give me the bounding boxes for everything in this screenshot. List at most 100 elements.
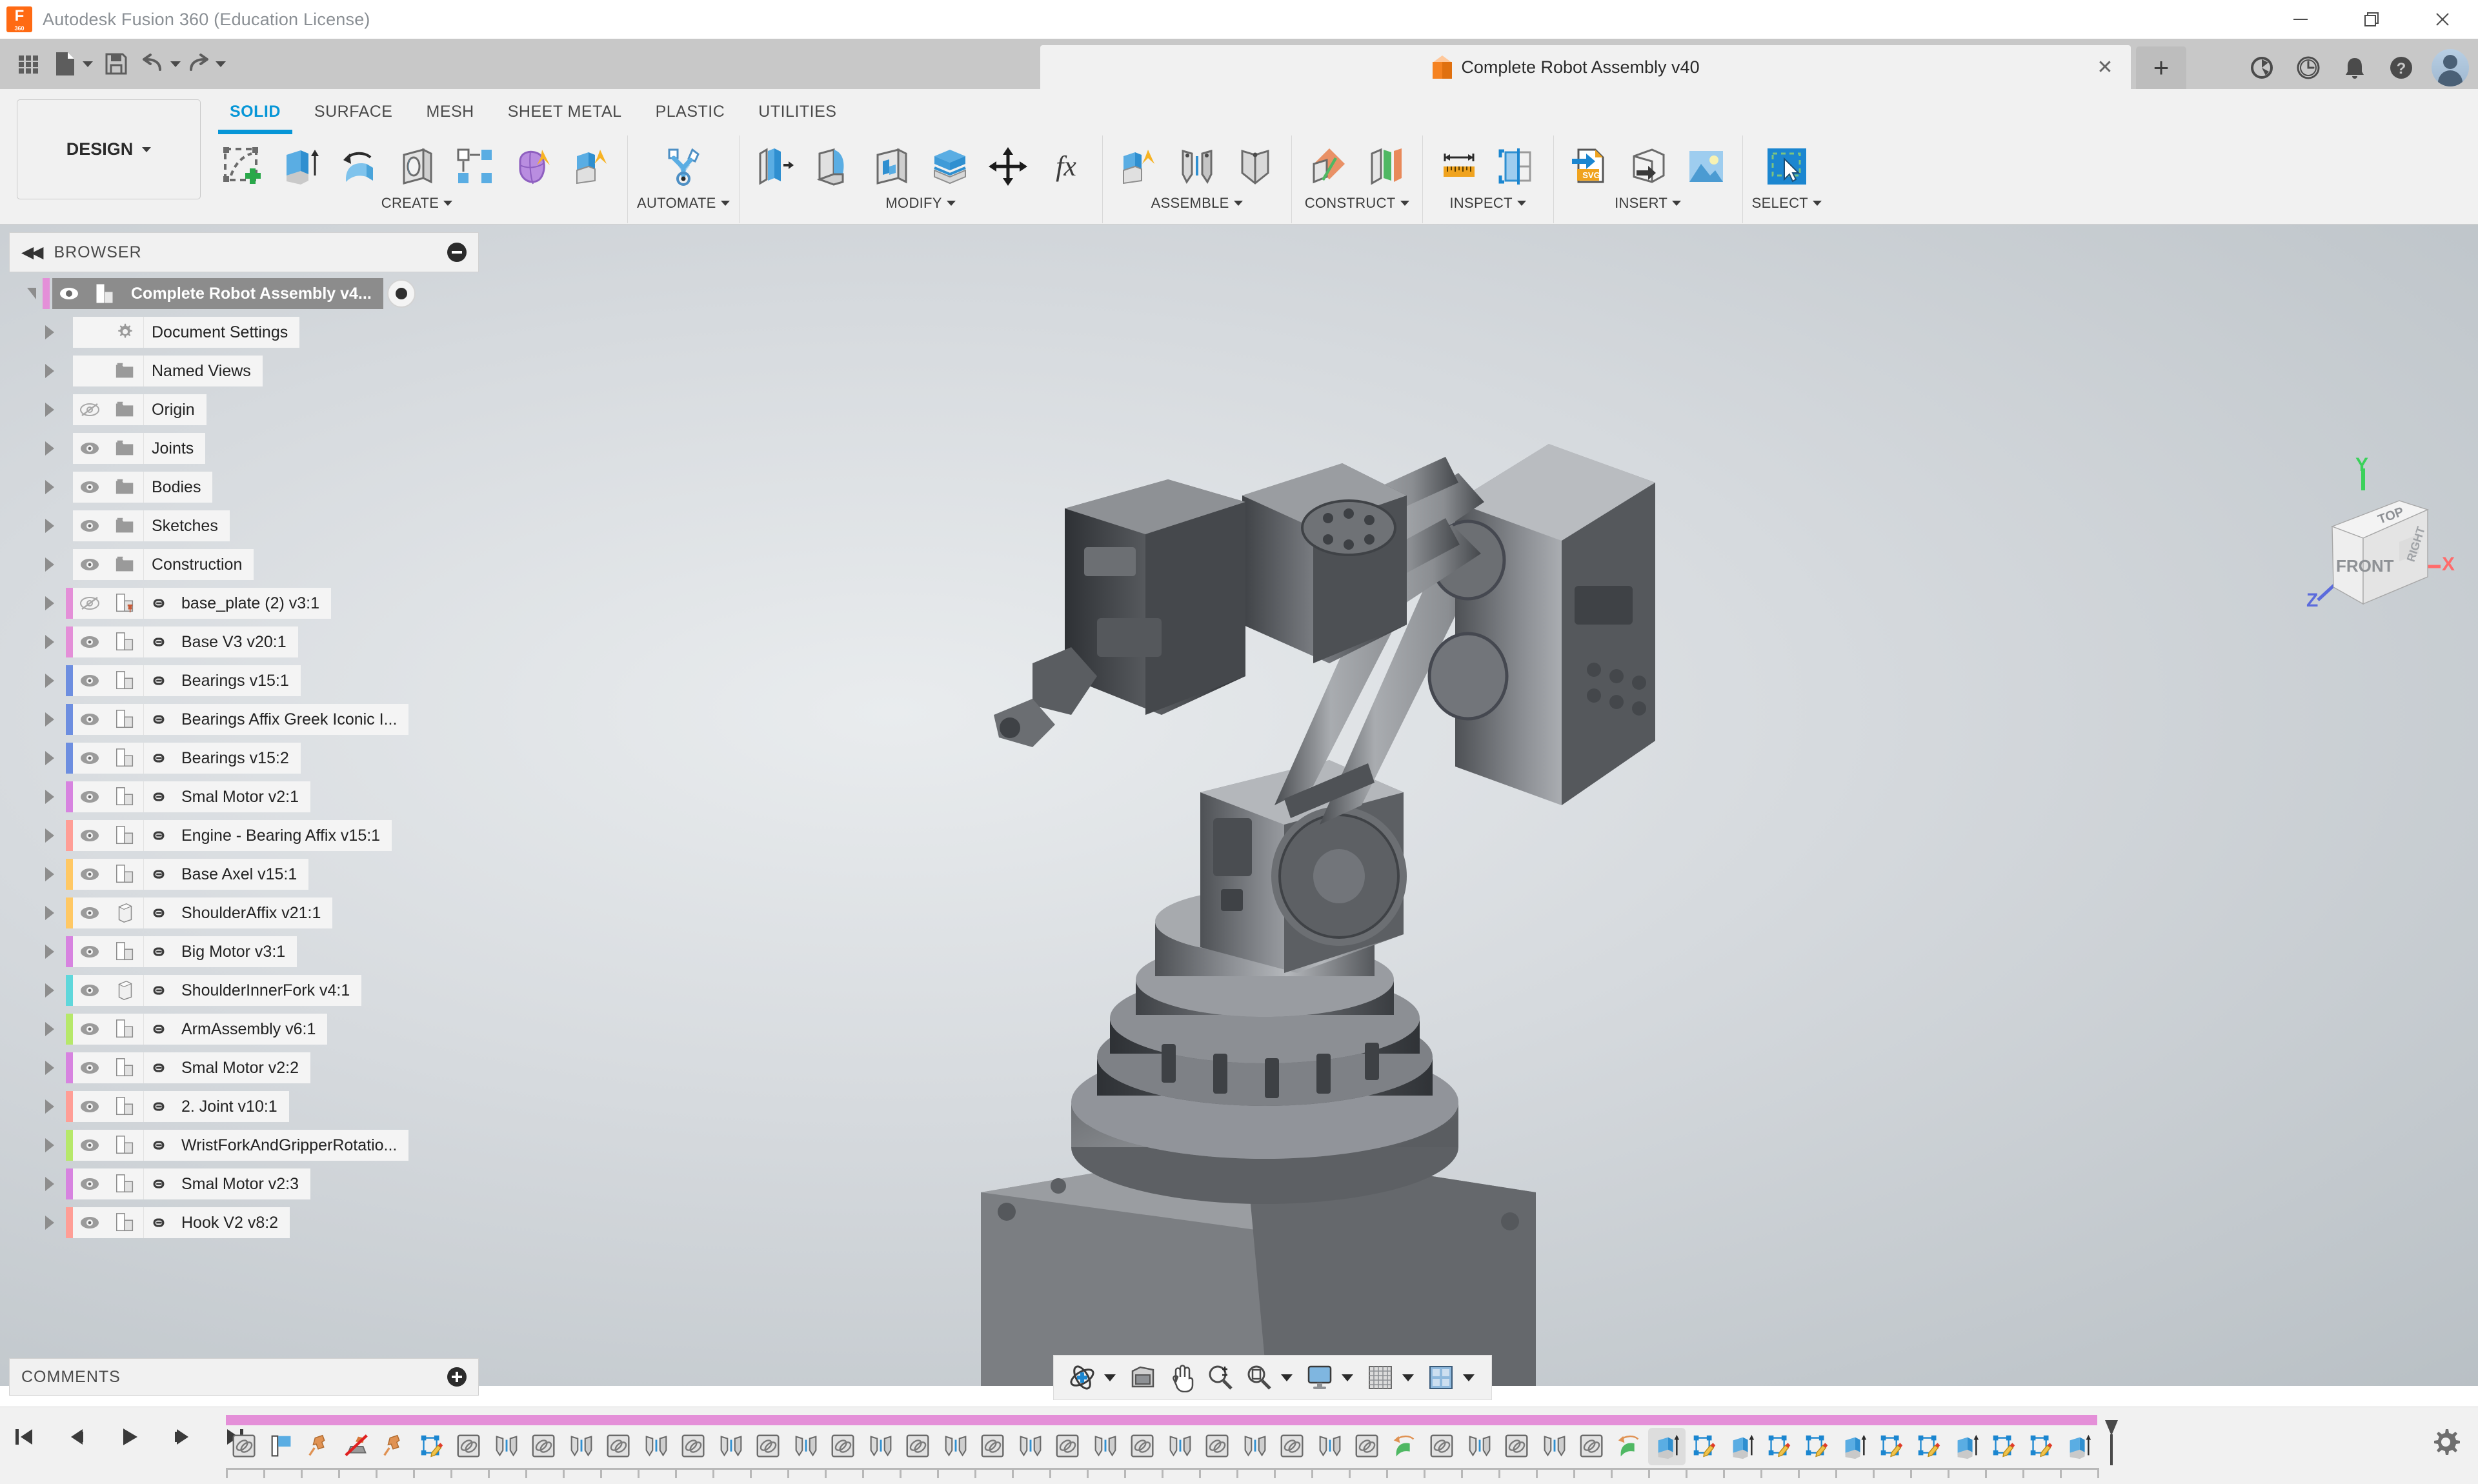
timeline-feature-rigid[interactable] — [488, 1428, 525, 1465]
timeline-feature-joint[interactable] — [1424, 1428, 1461, 1465]
tree-item-bodies[interactable]: Bodies — [0, 468, 503, 506]
account-avatar[interactable] — [2432, 49, 2469, 86]
visibility-toggle-icon[interactable] — [73, 665, 106, 696]
tree-item-wristforkandgripperrotatio[interactable]: WristForkAndGripperRotatio... — [0, 1126, 503, 1165]
visibility-toggle-icon[interactable] — [73, 1207, 106, 1238]
timeline-feature-rigid[interactable] — [862, 1428, 900, 1465]
tree-item-bearings-v15-2[interactable]: Bearings v15:2 — [0, 739, 503, 777]
timeline-feature-rigid[interactable] — [638, 1428, 675, 1465]
shell-icon[interactable] — [865, 139, 919, 194]
expand-arrow-icon[interactable] — [45, 906, 54, 920]
visibility-toggle-icon[interactable] — [73, 897, 106, 928]
section-analysis-icon[interactable] — [1490, 139, 1544, 194]
fillet-icon[interactable] — [807, 139, 861, 194]
expand-arrow-icon[interactable] — [45, 674, 54, 688]
orbit-caret-icon[interactable] — [1104, 1374, 1116, 1381]
tab-surface[interactable]: SURFACE — [297, 89, 410, 134]
recent-icon[interactable] — [2292, 52, 2324, 84]
visibility-toggle-icon[interactable] — [73, 1014, 106, 1045]
visibility-toggle-icon[interactable] — [73, 627, 106, 657]
canvas-image-icon[interactable] — [1679, 139, 1733, 194]
timeline-feature-revolve[interactable] — [1386, 1428, 1424, 1465]
new-tab-button[interactable]: + — [2136, 46, 2186, 89]
tree-item-smal-motor-v2-3[interactable]: Smal Motor v2:3 — [0, 1165, 503, 1203]
timeline-feature-pin[interactable] — [376, 1428, 413, 1465]
workspace-selector[interactable]: DESIGN — [17, 99, 201, 199]
timeline-feature-sketch[interactable] — [1873, 1428, 1910, 1465]
timeline-feature-joint[interactable] — [825, 1428, 862, 1465]
move-copy-icon[interactable] — [981, 139, 1035, 194]
expand-arrow-icon[interactable] — [45, 441, 54, 456]
timeline-feature-rigid[interactable] — [1236, 1428, 1274, 1465]
minimize-button[interactable] — [2265, 0, 2336, 39]
timeline-feature-flag[interactable] — [263, 1428, 301, 1465]
close-icon[interactable] — [2407, 0, 2478, 39]
panel-create-label[interactable]: CREATE — [381, 195, 453, 212]
change-parameters-icon[interactable]: fx — [1039, 139, 1093, 194]
visibility-toggle-icon[interactable] — [73, 975, 106, 1006]
timeline-feature-rigid[interactable] — [1012, 1428, 1049, 1465]
fit-caret-icon[interactable] — [1281, 1374, 1293, 1381]
visibility-toggle-icon[interactable] — [73, 549, 106, 580]
timeline-feature-joint[interactable] — [974, 1428, 1012, 1465]
expand-arrow-icon[interactable] — [45, 519, 54, 533]
timeline-feature-joint[interactable] — [600, 1428, 638, 1465]
expand-arrow-icon[interactable] — [45, 480, 54, 494]
panel-inspect-label[interactable]: INSPECT — [1449, 195, 1526, 212]
document-tab[interactable]: Complete Robot Assembly v40 ✕ — [1040, 45, 2131, 89]
go-to-beginning-button[interactable] — [8, 1421, 39, 1452]
timeline-feature-rigid[interactable] — [1536, 1428, 1573, 1465]
view-cube[interactable]: TOP FRONT RIGHT Y X Z — [2304, 454, 2472, 625]
tab-sheet-metal[interactable]: SHEET METAL — [491, 89, 639, 134]
display-settings-icon[interactable] — [1302, 1359, 1338, 1396]
expand-arrow-icon[interactable] — [45, 1061, 54, 1075]
timeline-feature-sketch[interactable] — [1798, 1428, 1835, 1465]
timeline-feature-sketch[interactable] — [1686, 1428, 1723, 1465]
timeline-feature-pin[interactable] — [301, 1428, 338, 1465]
pan-icon[interactable] — [1163, 1359, 1200, 1396]
orbit-icon[interactable] — [1064, 1359, 1100, 1396]
extrude-icon[interactable] — [274, 139, 328, 194]
tree-item-shoulderinnerfork-v4-1[interactable]: ShoulderInnerFork v4:1 — [0, 971, 503, 1010]
timeline-feature-joint[interactable] — [1349, 1428, 1386, 1465]
expand-arrow-icon[interactable] — [45, 364, 54, 378]
timeline-feature-rigid[interactable] — [787, 1428, 825, 1465]
grid-caret-icon[interactable] — [1402, 1374, 1414, 1381]
visibility-off-icon[interactable] — [73, 394, 106, 425]
visibility-toggle-icon[interactable] — [73, 859, 106, 890]
expand-arrow-icon[interactable] — [45, 403, 54, 417]
expand-arrow-icon[interactable] — [45, 945, 54, 959]
expand-arrow-icon[interactable] — [45, 596, 54, 610]
visibility-toggle-icon[interactable] — [73, 1052, 106, 1083]
tree-item-named-views[interactable]: Named Views — [0, 352, 503, 390]
insert-mcmaster-icon[interactable] — [1621, 139, 1675, 194]
plus-circle-icon[interactable] — [447, 1367, 467, 1387]
timeline-feature-joint[interactable] — [1049, 1428, 1087, 1465]
tab-plastic[interactable]: PLASTIC — [639, 89, 742, 134]
visibility-toggle-icon[interactable] — [73, 433, 106, 464]
visibility-toggle-icon[interactable] — [73, 510, 106, 541]
measure-icon[interactable] — [1432, 139, 1486, 194]
panel-insert-label[interactable]: INSERT — [1615, 195, 1682, 212]
timeline-feature-ground-off[interactable] — [338, 1428, 376, 1465]
look-at-icon[interactable] — [1125, 1359, 1161, 1396]
timeline-feature-joint[interactable] — [1199, 1428, 1236, 1465]
timeline-feature-sketch[interactable] — [1985, 1428, 2022, 1465]
expand-arrow-icon[interactable] — [45, 635, 54, 649]
zoom-icon[interactable] — [1202, 1359, 1238, 1396]
timeline-feature-extrude[interactable] — [2060, 1428, 2097, 1465]
step-back-button[interactable] — [61, 1421, 92, 1452]
tree-item-sketches[interactable]: Sketches — [0, 506, 503, 545]
redo-caret-icon[interactable] — [216, 61, 226, 67]
timeline-feature-sketch[interactable] — [1910, 1428, 1948, 1465]
file-menu-caret-icon[interactable] — [83, 61, 93, 67]
tree-item-construction[interactable]: Construction — [0, 545, 503, 584]
expand-arrow-icon[interactable] — [45, 1099, 54, 1114]
visibility-toggle-icon[interactable] — [73, 936, 106, 967]
minus-circle-icon[interactable] — [447, 243, 467, 262]
timeline-feature-rigid[interactable] — [1162, 1428, 1199, 1465]
timeline-feature-rigid[interactable] — [1311, 1428, 1349, 1465]
timeline-feature-extrude[interactable] — [1835, 1428, 1873, 1465]
expand-arrow-icon[interactable] — [27, 288, 36, 299]
tree-item-origin[interactable]: Origin — [0, 390, 503, 429]
